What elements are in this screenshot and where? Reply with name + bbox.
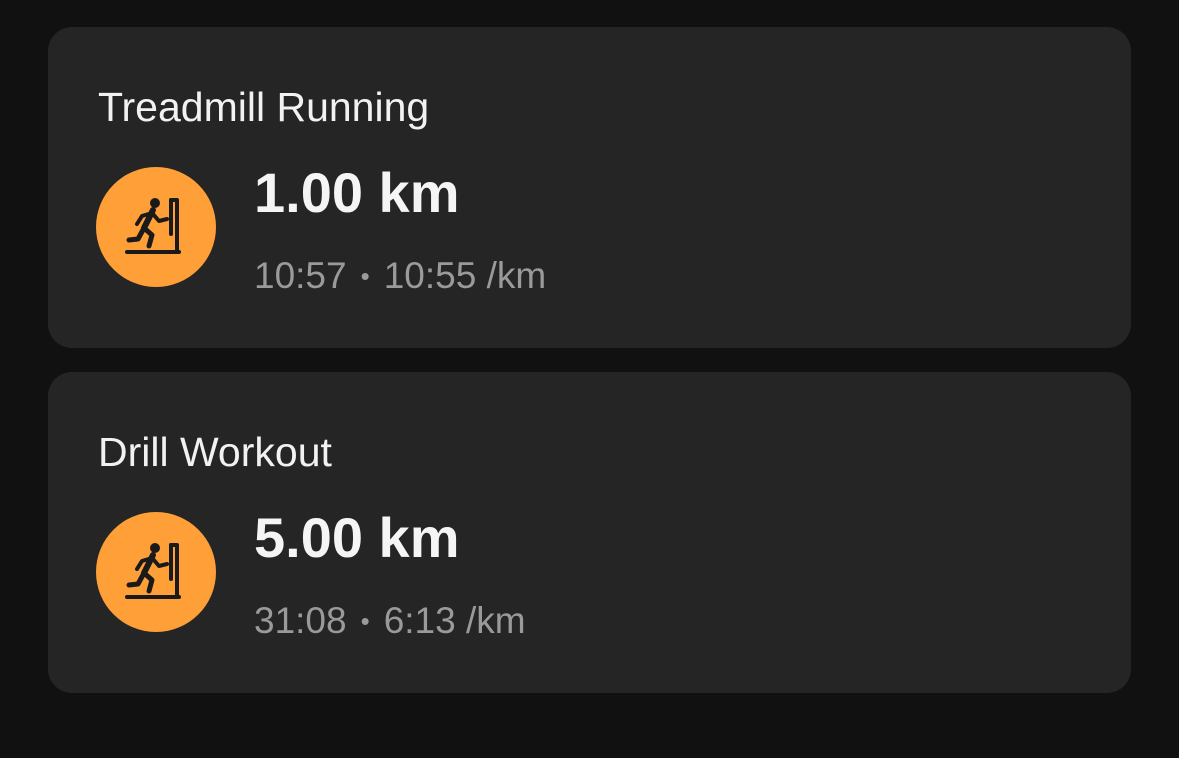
treadmill-runner-icon: [125, 543, 181, 599]
workout-list: Treadmill Running 1.00 km 10:57 • 10:55 …: [48, 27, 1131, 717]
workout-card-treadmill-running[interactable]: Treadmill Running 1.00 km 10:57 • 10:55 …: [48, 27, 1131, 348]
stat-separator: •: [360, 261, 370, 291]
workout-card-drill-workout[interactable]: Drill Workout 5.00 km 31:08 • 6:13 /km: [48, 372, 1131, 693]
workout-distance: 1.00 km: [254, 161, 460, 224]
workout-duration: 31:08: [254, 600, 347, 641]
stat-separator: •: [360, 606, 370, 636]
workout-pace: 6:13 /km: [383, 600, 526, 641]
workout-stats: 31:08 • 6:13 /km: [254, 599, 526, 646]
workout-pace: 10:55 /km: [383, 255, 547, 296]
workout-duration: 10:57: [254, 255, 347, 296]
treadmill-runner-icon: [125, 198, 181, 254]
workout-distance: 5.00 km: [254, 506, 460, 569]
workout-stats: 10:57 • 10:55 /km: [254, 254, 546, 301]
workout-icon-badge: [96, 512, 216, 632]
workout-title: Treadmill Running: [98, 84, 430, 130]
workout-icon-badge: [96, 167, 216, 287]
workout-title: Drill Workout: [98, 429, 332, 475]
